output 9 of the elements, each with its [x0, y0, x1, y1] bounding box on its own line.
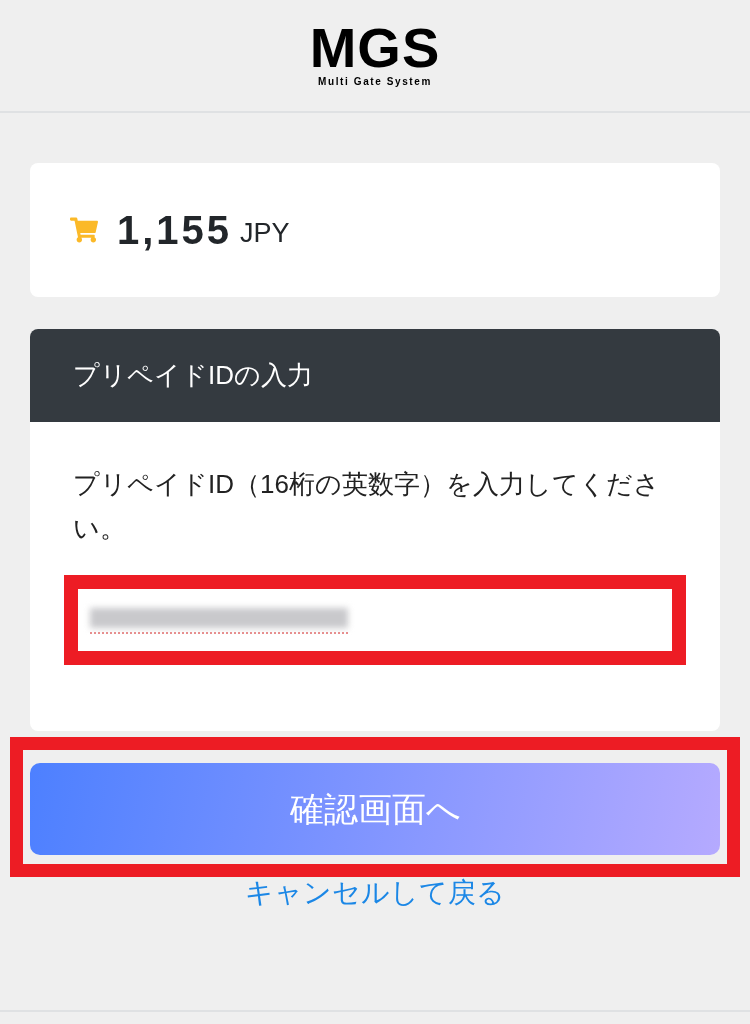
- price-amount: 1,155: [117, 207, 233, 254]
- confirm-button[interactable]: 確認画面へ: [30, 763, 720, 855]
- panel-title: プリペイドIDの入力: [73, 359, 313, 392]
- price-currency: JPY: [240, 216, 290, 250]
- instruction-text: プリペイドID（16桁の英数字）を入力してください。: [72, 468, 661, 545]
- logo-text: MGS: [309, 23, 441, 72]
- cancel-link[interactable]: キャンセルして戻る: [245, 877, 505, 909]
- cart-icon: [70, 217, 98, 243]
- logo-tagline: Multi Gate System: [318, 75, 432, 88]
